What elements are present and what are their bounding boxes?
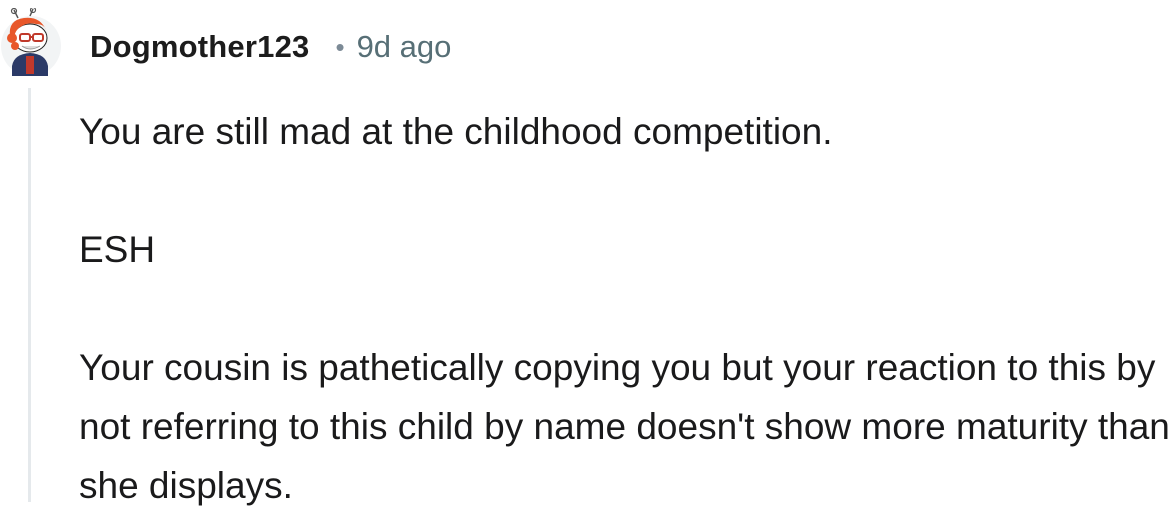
comment-paragraph: Your cousin is pathetically copying you … (79, 347, 1170, 506)
reddit-snoo-avatar-icon (1, 6, 61, 76)
username-link[interactable]: Dogmother123 (90, 29, 309, 65)
meta-separator: • (335, 31, 345, 62)
user-avatar[interactable] (0, 6, 62, 78)
thread-collapse-line[interactable] (28, 88, 31, 502)
comment-body: You are still mad at the childhood compe… (79, 102, 1174, 515)
comment-paragraph: You are still mad at the childhood compe… (79, 111, 833, 152)
comment: Dogmother123 • 9d ago You are still mad … (0, 0, 1176, 506)
comment-paragraph: ESH (79, 229, 156, 270)
comment-timestamp[interactable]: 9d ago (357, 29, 452, 65)
comment-header: Dogmother123 • 9d ago (90, 26, 451, 68)
